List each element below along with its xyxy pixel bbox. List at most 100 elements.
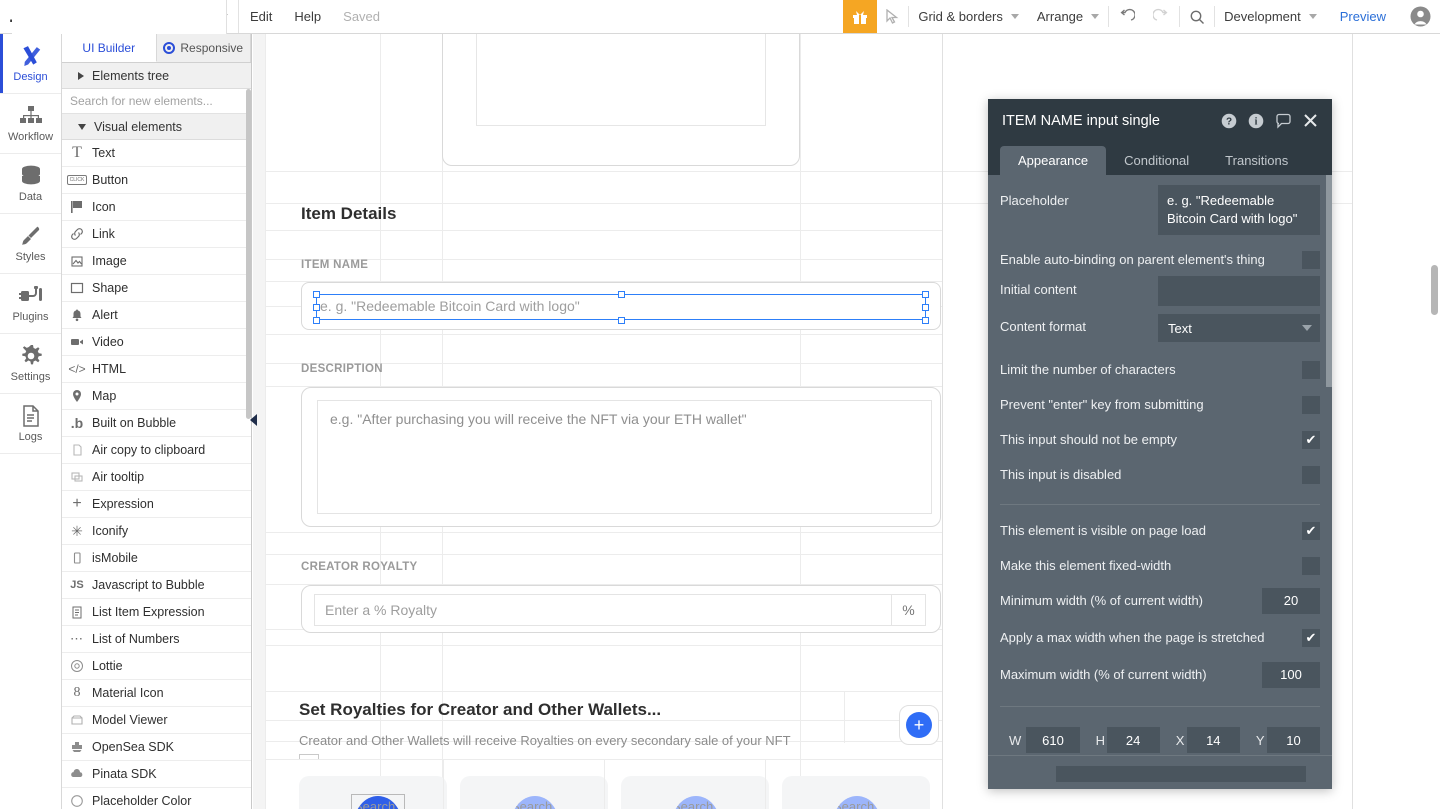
list-item[interactable]: .b Built on Bubble bbox=[62, 410, 251, 437]
list-item[interactable]: Model Viewer bbox=[62, 707, 251, 734]
sidebar-item-plugins[interactable]: Plugins bbox=[0, 274, 61, 334]
version-selector[interactable]: Development bbox=[1215, 0, 1326, 33]
min-width-input[interactable]: 20 bbox=[1262, 587, 1320, 614]
royalty-input[interactable]: Enter a % Royalty bbox=[314, 594, 892, 626]
close-icon[interactable] bbox=[1303, 113, 1318, 128]
elements-panel-scrollbar[interactable] bbox=[246, 89, 251, 419]
x-label: X bbox=[1175, 732, 1185, 748]
limit-characters-checkbox[interactable] bbox=[1302, 360, 1320, 379]
list-item[interactable]: Image bbox=[62, 248, 251, 275]
canvas-scrollbar[interactable] bbox=[1431, 265, 1438, 315]
arrange-menu[interactable]: Arrange bbox=[1028, 0, 1108, 33]
wallet-avatar[interactable]: Search for Users bbox=[672, 796, 720, 809]
edit-menu[interactable]: Edit bbox=[239, 0, 283, 33]
sidebar-item-data[interactable]: Data bbox=[0, 154, 61, 214]
list-item[interactable]: Link bbox=[62, 221, 251, 248]
width-input[interactable]: 610 bbox=[1026, 727, 1080, 753]
list-item[interactable]: Map bbox=[62, 383, 251, 410]
tab-appearance[interactable]: Appearance bbox=[1000, 146, 1107, 175]
search-icon[interactable] bbox=[1180, 0, 1214, 33]
list-item[interactable]: ✳ Iconify bbox=[62, 518, 251, 545]
clipboard-list-icon bbox=[62, 605, 92, 619]
max-width-toggle-checkbox[interactable]: ✔ bbox=[1302, 628, 1320, 647]
selection-handle[interactable] bbox=[618, 317, 625, 324]
list-item[interactable]: 8 Material Icon bbox=[62, 680, 251, 707]
list-item[interactable]: Air tooltip bbox=[62, 464, 251, 491]
comment-bubble-icon[interactable] bbox=[1275, 113, 1292, 129]
wallet-card[interactable]: Search for Users bbox=[782, 776, 930, 809]
tab-ui-builder[interactable]: UI Builder bbox=[62, 34, 157, 62]
tab-responsive[interactable]: Responsive bbox=[156, 34, 251, 62]
elements-tree-toggle[interactable]: Elements tree bbox=[62, 63, 251, 89]
selection-handle[interactable] bbox=[313, 304, 320, 311]
grid-borders-menu[interactable]: Grid & borders bbox=[909, 0, 1028, 33]
not-empty-checkbox[interactable]: ✔ bbox=[1302, 430, 1320, 449]
selection-handle[interactable] bbox=[922, 291, 929, 298]
description-label: DESCRIPTION bbox=[301, 363, 383, 375]
content-format-select[interactable]: Text bbox=[1158, 314, 1320, 342]
list-item[interactable]: + Expression bbox=[62, 491, 251, 518]
cursor-arrow-icon[interactable] bbox=[877, 0, 908, 33]
list-item[interactable]: Video bbox=[62, 329, 251, 356]
list-item[interactable]: Lottie bbox=[62, 653, 251, 680]
height-input[interactable]: 24 bbox=[1106, 727, 1160, 753]
wallet-avatar[interactable]: Search for Users bbox=[833, 796, 881, 809]
selection-handle[interactable] bbox=[618, 291, 625, 298]
user-avatar-icon[interactable] bbox=[1400, 0, 1440, 33]
list-item[interactable]: T Text bbox=[62, 140, 251, 167]
list-item[interactable]: ⋯ List of Numbers bbox=[62, 626, 251, 653]
preview-button[interactable]: Preview bbox=[1326, 0, 1400, 33]
list-item[interactable]: Air copy to clipboard bbox=[62, 437, 251, 464]
description-textarea[interactable]: e.g. "After purchasing you will receive … bbox=[317, 400, 932, 514]
undo-icon[interactable] bbox=[1109, 0, 1144, 33]
list-item[interactable]: Pinata SDK bbox=[62, 761, 251, 788]
list-item[interactable]: </> HTML bbox=[62, 356, 251, 383]
property-panel-scrollbar[interactable] bbox=[1326, 175, 1332, 387]
wallet-avatar[interactable]: Search for Users bbox=[511, 796, 559, 809]
selection-handle[interactable] bbox=[313, 317, 320, 324]
wallet-card[interactable]: Search for Users bbox=[299, 776, 447, 809]
x-input[interactable]: 14 bbox=[1186, 727, 1240, 753]
list-item[interactable]: OpenSea SDK bbox=[62, 734, 251, 761]
selection-handle[interactable] bbox=[922, 304, 929, 311]
selection-handle[interactable] bbox=[922, 317, 929, 324]
list-item[interactable]: Placeholder Color bbox=[62, 788, 251, 809]
list-item[interactable]: Shape bbox=[62, 275, 251, 302]
sidebar-item-settings[interactable]: Settings bbox=[0, 334, 61, 394]
list-item[interactable]: JS Javascript to Bubble bbox=[62, 572, 251, 599]
help-menu[interactable]: Help bbox=[283, 0, 332, 33]
help-question-icon[interactable]: ? bbox=[1221, 113, 1237, 129]
list-item-label: Air copy to clipboard bbox=[92, 443, 206, 457]
sidebar-item-workflow[interactable]: Workflow bbox=[0, 94, 61, 154]
y-input[interactable]: 10 bbox=[1266, 727, 1321, 753]
sidebar-item-styles[interactable]: Styles bbox=[0, 214, 61, 274]
max-width-input[interactable]: 100 bbox=[1262, 661, 1320, 688]
tab-conditional[interactable]: Conditional bbox=[1106, 146, 1207, 175]
list-item[interactable]: isMobile bbox=[62, 545, 251, 572]
list-item[interactable]: List Item Expression bbox=[62, 599, 251, 626]
fixed-width-checkbox[interactable] bbox=[1302, 556, 1320, 575]
tab-transitions[interactable]: Transitions bbox=[1207, 146, 1306, 175]
redo-icon[interactable] bbox=[1144, 0, 1179, 33]
list-item[interactable]: Icon bbox=[62, 194, 251, 221]
gift-icon[interactable] bbox=[843, 0, 878, 33]
sidebar-item-logs[interactable]: Logs bbox=[0, 394, 61, 454]
sidebar-item-design[interactable]: Design bbox=[0, 34, 61, 94]
element-search-input[interactable]: Search for new elements... bbox=[62, 89, 251, 114]
initial-content-input[interactable] bbox=[1158, 276, 1320, 306]
collapse-panel-handle[interactable] bbox=[249, 410, 258, 430]
prevent-enter-checkbox[interactable] bbox=[1302, 395, 1320, 414]
visual-elements-group-toggle[interactable]: Visual elements bbox=[62, 114, 251, 140]
info-icon[interactable]: i bbox=[1248, 113, 1264, 129]
wallet-card[interactable]: Search for Users bbox=[621, 776, 769, 809]
list-item[interactable]: Alert bbox=[62, 302, 251, 329]
selection-handle[interactable] bbox=[313, 291, 320, 298]
add-wallet-button[interactable]: + bbox=[899, 705, 939, 745]
footer-field-stub[interactable] bbox=[1056, 766, 1306, 782]
disabled-checkbox[interactable] bbox=[1302, 465, 1320, 484]
wallet-card[interactable]: Search for Users bbox=[460, 776, 608, 809]
visible-checkbox[interactable]: ✔ bbox=[1302, 521, 1320, 540]
autobinding-checkbox[interactable] bbox=[1302, 250, 1320, 269]
placeholder-input[interactable]: e. g. "Redeemable Bitcoin Card with logo… bbox=[1158, 185, 1320, 235]
list-item[interactable]: CLICK Button bbox=[62, 167, 251, 194]
